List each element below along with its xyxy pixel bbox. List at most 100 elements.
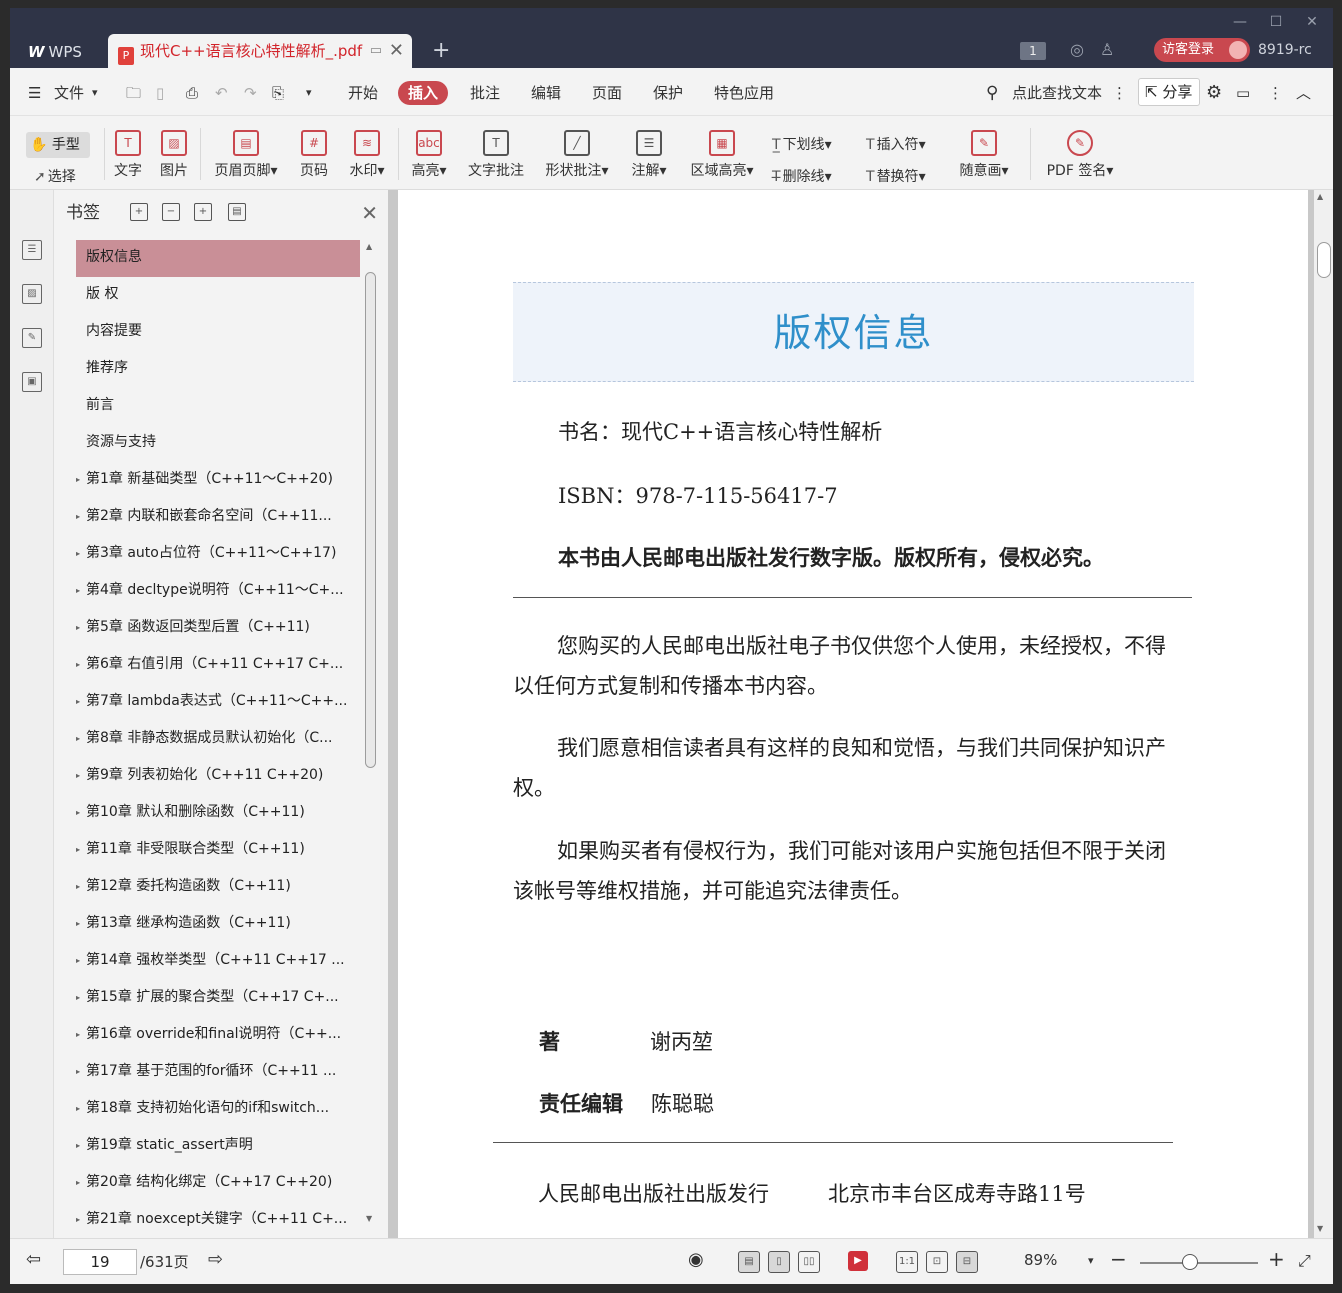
page-number-button[interactable]: # 页码 [296,130,332,180]
expand-arrow-icon[interactable]: ▶ [76,462,80,497]
close-tab-icon[interactable]: ✕ [389,34,404,68]
zoom-level[interactable]: 89% [1024,1251,1057,1269]
area-highlight-button[interactable]: ▦ 区域高亮▾ [684,130,760,180]
bookmark-item[interactable]: ▶ 第18章 支持初始化语句的if和switch... [76,1091,360,1128]
select-tool-button[interactable]: ➚ 选择 [34,166,76,186]
bookmark-item[interactable]: ▶ 第17章 基于范围的for循环（C++11 ... [76,1054,360,1091]
bookmark-item[interactable]: ▶ 第14章 强枚举类型（C++11 C++17 ... [76,943,360,980]
bookmark-options-icon[interactable]: ▤ [228,203,246,221]
login-button[interactable]: 访客登录 [1154,38,1250,62]
bookmark-item[interactable]: 版权信息 [76,240,360,277]
bookmark-item[interactable]: ▶ 第7章 lambda表达式（C++11～C++... [76,684,360,721]
bookmark-item[interactable]: ▶ 第8章 非静态数据成员默认初始化（C... [76,721,360,758]
zoom-out-icon[interactable]: − [1110,1247,1127,1271]
bookmark-panel-icon[interactable]: ☰ [22,240,42,260]
hamburger-icon[interactable]: ☰ [28,81,41,105]
annotation-button[interactable]: ☰ 注解▾ [626,130,672,180]
zoom-slider-knob[interactable] [1182,1254,1198,1270]
menu-features[interactable]: 特色应用 [714,81,774,105]
document-scrollbar[interactable]: ▲ ▼ [1314,190,1333,1238]
highlight-button[interactable]: abc 高亮▾ [406,130,452,180]
chat-icon[interactable]: ▭ [1236,81,1250,105]
scroll-up-icon[interactable]: ▲ [1317,192,1323,201]
bookmark-item[interactable]: ▶ 第9章 列表初始化（C++11 C++20) [76,758,360,795]
export-icon[interactable]: ⎘ [272,81,284,105]
monitor-icon[interactable]: ▭ [370,34,382,68]
search-text[interactable]: 点此查找文本 [1012,81,1102,105]
bookmark-item[interactable]: ▶ 第16章 override和final说明符（C++... [76,1017,360,1054]
underline-button[interactable]: T̲ 下划线▾ [772,134,832,154]
bookmark-item[interactable]: ▶ 第20章 结构化绑定（C++17 C++20) [76,1165,360,1202]
skin-icon[interactable]: ♙ [1100,40,1114,59]
hand-tool-button[interactable]: ✋ 手型 [26,132,90,158]
watermark-button[interactable]: ≋ 水印▾ [344,130,390,180]
expand-arrow-icon[interactable]: ▶ [76,1017,80,1052]
expand-arrow-icon[interactable]: ▶ [76,610,80,645]
bookmark-item[interactable]: ▶ 第19章 static_assert声明 [76,1128,360,1165]
expand-arrow-icon[interactable]: ▶ [76,980,80,1015]
redo-icon[interactable]: ↷ [244,81,257,105]
signature-panel-icon[interactable]: ▣ [22,372,42,392]
wps-home-tab[interactable]: W WPS [16,36,108,68]
insert-mark-button[interactable]: T 插入符▾ [866,134,926,154]
zoom-in-icon[interactable]: + [1268,1247,1285,1271]
close-window-icon[interactable]: ✕ [1298,12,1326,32]
menu-comment[interactable]: 批注 [470,81,500,105]
maximize-icon[interactable]: ☐ [1262,12,1290,32]
continuous-view-icon[interactable]: ▤ [738,1251,760,1273]
insert-picture-button[interactable]: ▨ 图片 [156,130,192,180]
expand-arrow-icon[interactable]: ▶ [76,795,80,830]
bookmark-scrollbar[interactable]: ▲ ▼ [363,240,377,1228]
expand-all-icon[interactable]: + [130,203,148,221]
prev-page-icon[interactable]: ⇦ [26,1249,41,1270]
expand-arrow-icon[interactable]: ▶ [76,647,80,682]
bookmark-item[interactable]: ▶ 第13章 继承构造函数（C++11) [76,906,360,943]
bookmark-item[interactable]: ▶ 第3章 auto占位符（C++11～C++17) [76,536,360,573]
expand-arrow-icon[interactable]: ▶ [76,906,80,941]
expand-arrow-icon[interactable]: ▶ [76,684,80,719]
bookmark-item[interactable]: ▶ 第4章 decltype说明符（C++11～C+... [76,573,360,610]
header-footer-button[interactable]: ▤ 页眉页脚▾ [208,130,284,180]
chevron-down-icon[interactable]: ▾ [92,81,98,105]
minimize-icon[interactable]: — [1226,12,1254,32]
collapse-ribbon-icon[interactable]: ︿ [1296,81,1311,105]
expand-arrow-icon[interactable]: ▶ [76,1054,80,1089]
play-slideshow-icon[interactable]: ▶ [848,1251,868,1271]
two-page-icon[interactable]: ▯▯ [798,1251,820,1273]
settings-icon[interactable]: ⚙ [1206,81,1222,105]
freehand-button[interactable]: ✎ 随意画▾ [954,130,1014,180]
expand-arrow-icon[interactable]: ▶ [76,832,80,867]
bookmark-item[interactable]: ▶ 第21章 noexcept关键字（C++11 C+... [76,1202,360,1230]
expand-arrow-icon[interactable]: ▶ [76,1202,80,1230]
expand-arrow-icon[interactable]: ▶ [76,1128,80,1163]
bookmark-item[interactable]: 内容提要 [76,314,360,351]
next-page-icon[interactable]: ⇨ [208,1249,223,1270]
scroll-up-icon[interactable]: ▲ [366,242,372,251]
thumbnail-panel-icon[interactable]: ▨ [22,284,42,304]
pdf-sign-button[interactable]: ✎ PDF 签名▾ [1042,130,1118,180]
menu-protect[interactable]: 保护 [653,81,683,105]
document-scroll-thumb[interactable] [1317,242,1331,278]
save-icon[interactable]: ▯ [156,81,164,105]
shape-note-button[interactable]: ╱ 形状批注▾ [540,130,614,180]
expand-arrow-icon[interactable]: ▶ [76,573,80,608]
scroll-down-icon[interactable]: ▼ [1317,1224,1323,1233]
bookmark-item[interactable]: 推荐序 [76,351,360,388]
expand-arrow-icon[interactable]: ▶ [76,721,80,756]
expand-arrow-icon[interactable]: ▶ [76,1091,80,1126]
bookmark-item[interactable]: ▶ 第5章 函数返回类型后置（C++11) [76,610,360,647]
close-panel-icon[interactable]: ✕ [361,198,378,228]
add-bookmark-icon[interactable]: + [194,203,212,221]
more-vertical-icon[interactable]: ⋮ [1112,81,1127,105]
bookmark-item[interactable]: 版 权 [76,277,360,314]
window-count-badge[interactable]: 1 [1020,42,1046,60]
print-icon[interactable]: ⎙ [186,81,198,105]
bookmark-item[interactable]: ▶ 第6章 右值引用（C++11 C++17 C+... [76,647,360,684]
zoom-slider-track[interactable] [1140,1262,1258,1264]
menu-insert[interactable]: 插入 [398,81,449,105]
bookmark-item[interactable]: ▶ 第1章 新基础类型（C++11～C++20) [76,462,360,499]
collapse-all-icon[interactable]: − [162,203,180,221]
more-quick-icon[interactable]: ▾ [306,81,312,105]
expand-arrow-icon[interactable]: ▶ [76,758,80,793]
insert-text-button[interactable]: T 文字 [110,130,146,180]
